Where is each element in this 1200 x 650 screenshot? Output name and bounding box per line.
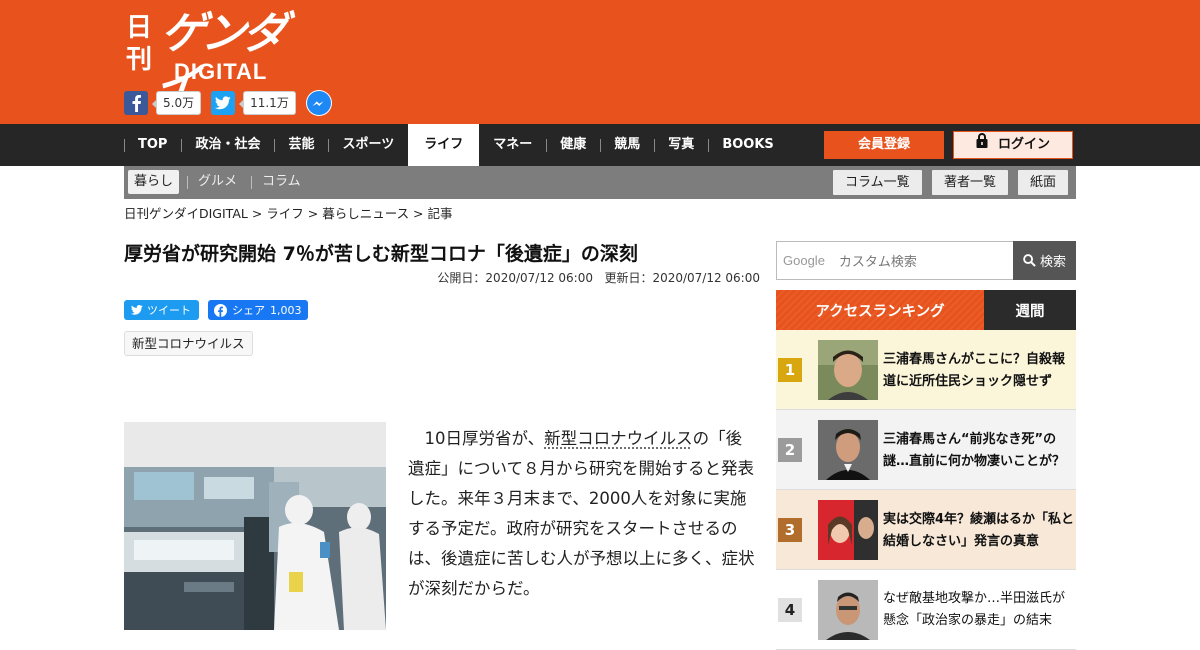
ranking-number: 2	[778, 438, 802, 462]
facebook-icon	[214, 304, 227, 317]
breadcrumb[interactable]: 日刊ゲンダイDIGITAL > ライフ > 暮らしニュース > 記事	[124, 205, 453, 223]
login-button[interactable]: ログイン	[953, 131, 1073, 159]
search-input[interactable]: Google カスタム検索	[776, 241, 1013, 280]
ranking-thumbnail	[818, 500, 878, 560]
nav-item-sports[interactable]: スポーツ	[328, 124, 408, 166]
ranking-thumbnail	[818, 420, 878, 480]
facebook-icon[interactable]	[124, 91, 148, 115]
tweet-button[interactable]: ツイート	[124, 300, 199, 320]
article-dates: 公開日：2020/07/12 06:00 更新日：2020/07/12 06:0…	[437, 270, 760, 286]
published-date: 公開日：2020/07/12 06:00	[437, 271, 593, 285]
facebook-share-count: 1,003	[270, 304, 302, 317]
sub-nav: 暮らし グルメ コラム コラム一覧 著者一覧 紙面	[124, 166, 1076, 199]
nav-item-politics[interactable]: 政治・社会	[181, 124, 274, 166]
keyword-link[interactable]: 新型コロナウイルス	[544, 429, 693, 448]
ranking-item[interactable]: 1 三浦春馬さんがここに？自殺報道に近所住民ショック隠せず	[776, 330, 1076, 410]
ranking-item[interactable]: 2 三浦春馬さん“前兆なき死”の謎…直前に何か物凄いことが？	[776, 410, 1076, 490]
twitter-bird-icon	[131, 305, 143, 315]
facebook-share-label: シェア	[232, 302, 265, 318]
ranking-item[interactable]: 4 なぜ敵基地攻撃か…半田滋氏が懸念「政治家の暴走」の結末	[776, 570, 1076, 650]
site-header: 日刊 ゲンダイ DIGITAL 5.0万 11.1万	[0, 0, 1200, 124]
nav-item-books[interactable]: BOOKS	[708, 124, 787, 166]
logo-latin: DIGITAL	[174, 60, 267, 84]
body-intro: 10日厚労省が、	[425, 429, 545, 448]
ranking-headline: 三浦春馬さん“前兆なき死”の謎…直前に何か物凄いことが？	[883, 429, 1075, 473]
messenger-icon[interactable]	[306, 90, 332, 116]
nav-item-top[interactable]: TOP	[124, 124, 181, 166]
nav-item-health[interactable]: 健康	[546, 124, 600, 166]
ranking-headline: なぜ敵基地攻撃か…半田滋氏が懸念「政治家の暴走」の結末	[883, 588, 1075, 632]
nav-item-entertainment[interactable]: 芸能	[274, 124, 328, 166]
nav-items: TOP 政治・社会 芸能 スポーツ ライフ マネー 健康 競馬 写真 BOOKS	[124, 124, 788, 166]
facebook-count: 5.0万	[156, 91, 201, 115]
search-placeholder: カスタム検索	[839, 251, 917, 270]
subnav-divider	[187, 176, 188, 189]
ranking-headline: 実は交際4年？綾瀬はるか「私と結婚しなさい」発言の真意	[883, 509, 1075, 553]
register-button[interactable]: 会員登録	[824, 131, 944, 159]
search-brand: Google	[783, 253, 825, 268]
tweet-label: ツイート	[147, 302, 191, 318]
ranking-number: 3	[778, 518, 802, 542]
share-buttons: ツイート シェア 1,003	[124, 300, 308, 320]
search-button[interactable]: 検索	[1013, 241, 1076, 280]
search-button-label: 検索	[1040, 251, 1066, 270]
ranking-thumbnail	[818, 580, 878, 640]
column-list-button[interactable]: コラム一覧	[833, 170, 922, 195]
nav-item-photos[interactable]: 写真	[654, 124, 708, 166]
nav-item-horseracing[interactable]: 競馬	[600, 124, 654, 166]
paper-button[interactable]: 紙面	[1018, 170, 1068, 195]
twitter-count: 11.1万	[243, 91, 296, 115]
ranking-thumbnail	[818, 340, 878, 400]
ranking-number: 4	[778, 598, 802, 622]
subnav-item-living[interactable]: 暮らし	[128, 170, 179, 194]
search-icon	[1023, 254, 1036, 267]
site-logo[interactable]: 日刊 ゲンダイ DIGITAL	[124, 10, 314, 84]
social-counts: 5.0万 11.1万	[124, 90, 332, 116]
ranking-item[interactable]: 3 実は交際4年？綾瀬はるか「私と結婚しなさい」発言の真意	[776, 490, 1076, 570]
topic-tag[interactable]: 新型コロナウイルス	[124, 331, 253, 356]
nav-item-money[interactable]: マネー	[479, 124, 546, 166]
login-label: ログイン	[998, 132, 1050, 158]
ranking-header: アクセスランキング 週間	[776, 290, 1076, 330]
article-body: 10日厚労省が、新型コロナウイルスの「後遺症」について８月から研究を開始すると発…	[408, 424, 758, 604]
ranking-number: 1	[778, 358, 802, 382]
lock-icon	[976, 132, 988, 158]
search-form: Google カスタム検索 検索	[776, 241, 1076, 280]
subnav-divider	[251, 176, 252, 189]
ranking-headline: 三浦春馬さんがここに？自殺報道に近所住民ショック隠せず	[883, 349, 1075, 393]
main-nav: TOP 政治・社会 芸能 スポーツ ライフ マネー 健康 競馬 写真 BOOKS…	[0, 124, 1200, 166]
subnav-item-gourmet[interactable]: グルメ	[198, 170, 237, 194]
nav-item-life[interactable]: ライフ	[408, 124, 479, 166]
twitter-icon[interactable]	[211, 91, 235, 115]
article-photo	[124, 422, 386, 630]
logo-kanji: 日刊	[126, 12, 152, 76]
ranking-period-tab[interactable]: 週間	[984, 290, 1076, 330]
updated-date: 更新日：2020/07/12 06:00	[604, 271, 760, 285]
body-rest: の「後遺症」について８月から研究を開始すると発表した。来年３月末まで、2000人…	[408, 429, 755, 598]
ranking-title[interactable]: アクセスランキング	[776, 290, 984, 330]
facebook-share-button[interactable]: シェア 1,003	[208, 300, 308, 320]
article-title: 厚労省が研究開始 7％が苦しむ新型コロナ「後遺症」の深刻	[124, 240, 764, 268]
author-list-button[interactable]: 著者一覧	[932, 170, 1008, 195]
subnav-item-column[interactable]: コラム	[262, 170, 301, 194]
